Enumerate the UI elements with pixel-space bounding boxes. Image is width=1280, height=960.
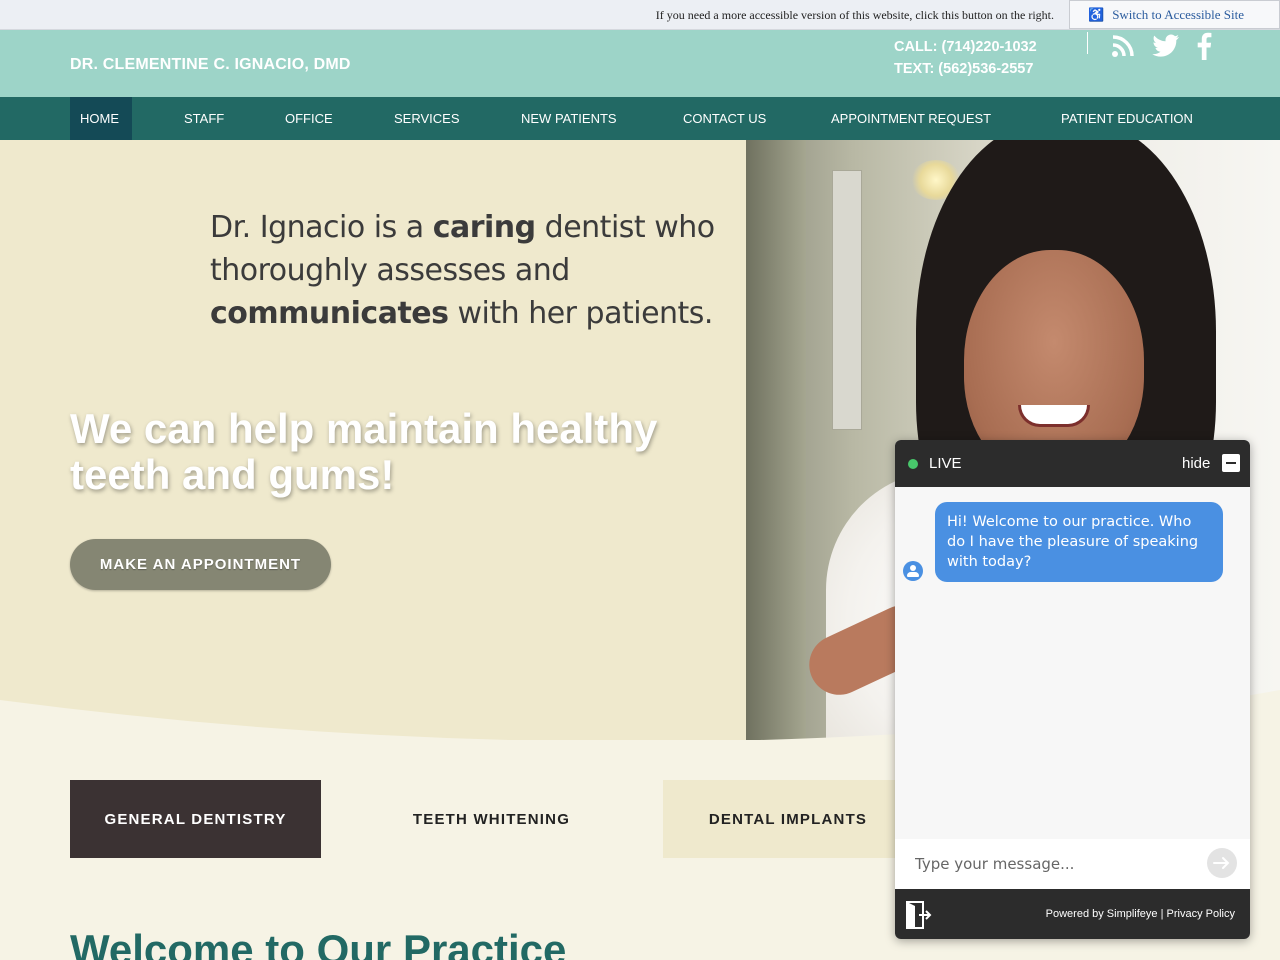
tab-dental-implants[interactable]: DENTAL IMPLANTS <box>663 780 913 858</box>
powered-by-link[interactable]: Powered by Simplifeye <box>1046 908 1158 920</box>
header-divider <box>1087 32 1088 54</box>
accessibility-bar: If you need a more accessible version of… <box>0 0 1280 30</box>
nav-contact-us[interactable]: CONTACT US <box>673 97 776 140</box>
nav-staff[interactable]: STAFF <box>174 97 234 140</box>
nav-office[interactable]: OFFICE <box>275 97 343 140</box>
exit-door-icon[interactable] <box>906 901 932 934</box>
tab-teeth-whitening[interactable]: TEETH WHITENING <box>366 780 617 858</box>
send-arrow-icon[interactable] <box>1207 848 1237 878</box>
nav-new-patients[interactable]: NEW PATIENTS <box>511 97 627 140</box>
nav-home[interactable]: HOME <box>70 97 132 140</box>
accessibility-notice: If you need a more accessible version of… <box>655 8 1054 22</box>
social-links <box>1110 32 1212 60</box>
chat-message-input[interactable] <box>895 839 1250 889</box>
facebook-icon[interactable] <box>1196 32 1212 60</box>
main-nav: HOME STAFF OFFICE SERVICES NEW PATIENTS … <box>0 97 1280 140</box>
rss-icon[interactable] <box>1110 33 1136 59</box>
switch-accessible-label: Switch to Accessible Site <box>1112 6 1244 22</box>
chat-footer: Powered by Simplifeye | Privacy Policy <box>895 889 1250 939</box>
minimize-icon[interactable] <box>1222 454 1240 472</box>
nav-patient-education[interactable]: PATIENT EDUCATION <box>1051 97 1203 140</box>
call-number[interactable]: CALL: (714)220-1032 <box>894 36 1037 58</box>
live-chat-widget: LIVE hide Hi! Welcome to our practice. W… <box>895 440 1250 939</box>
wheelchair-icon: ♿ <box>1088 6 1105 22</box>
live-status-dot <box>908 459 918 469</box>
chat-hide-label[interactable]: hide <box>1182 455 1210 472</box>
welcome-title: Welcome to Our Practice <box>70 926 567 960</box>
live-status-label: LIVE <box>929 455 962 472</box>
agent-avatar-icon <box>903 561 923 581</box>
hero-headline: We can help maintain healthy teeth and g… <box>70 405 658 498</box>
text-number[interactable]: TEXT: (562)536-2557 <box>894 58 1037 80</box>
tab-general-dentistry[interactable]: GENERAL DENTISTRY <box>70 780 321 858</box>
site-brand[interactable]: DR. CLEMENTINE C. IGNACIO, DMD <box>70 56 351 74</box>
chat-message-bubble: Hi! Welcome to our practice. Who do I ha… <box>935 502 1223 582</box>
privacy-policy-link[interactable]: Privacy Policy <box>1167 908 1235 920</box>
nav-services[interactable]: SERVICES <box>384 97 470 140</box>
site-header: DR. CLEMENTINE C. IGNACIO, DMD CALL: (71… <box>0 30 1280 97</box>
chat-header: LIVE hide <box>895 440 1250 487</box>
contact-info: CALL: (714)220-1032 TEXT: (562)536-2557 <box>894 36 1037 80</box>
nav-appointment-request[interactable]: APPOINTMENT REQUEST <box>821 97 1001 140</box>
powered-by-text: Powered by Simplifeye | Privacy Policy <box>1045 908 1235 920</box>
twitter-icon[interactable] <box>1152 34 1180 58</box>
switch-accessible-button[interactable]: ♿ Switch to Accessible Site <box>1069 0 1280 29</box>
hero-tagline: Dr. Ignacio is a caring dentist who thor… <box>210 210 715 331</box>
make-appointment-button[interactable]: MAKE AN APPOINTMENT <box>70 539 331 590</box>
